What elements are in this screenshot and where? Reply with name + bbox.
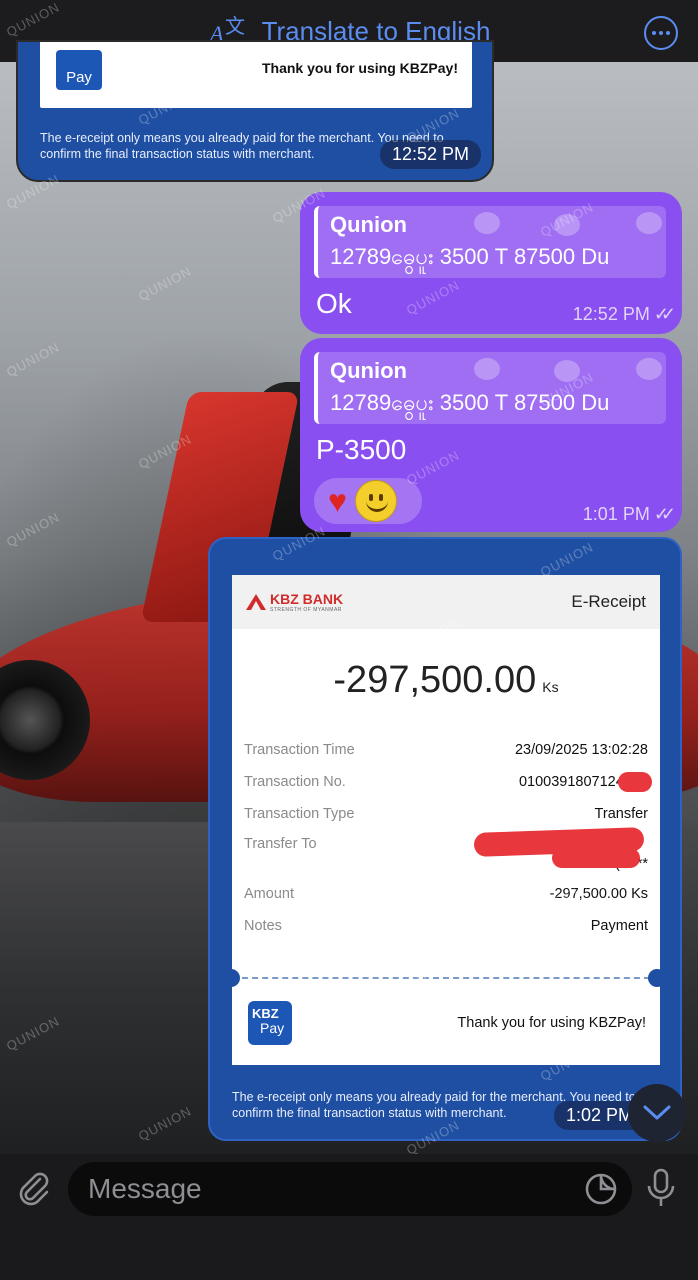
receipt-details: Transaction Time 23/09/2025 13:02:28 Tra… (232, 734, 660, 942)
receipt-notch (648, 969, 666, 987)
receipt-header: KBZ BANK STRENGTH OF MYANMAR E-Receipt (232, 575, 660, 629)
microphone-icon[interactable] (646, 1168, 676, 1208)
reply-pattern-icon (474, 212, 500, 234)
message-time: 12:52 PM (380, 140, 482, 169)
reply-quote[interactable]: Qunion 12789ဓွေပူး 3500 T 87500 Du (314, 206, 666, 278)
receipt-row: Transaction Type Transfer (244, 806, 648, 822)
redaction-mark (618, 772, 652, 792)
composer-bar (0, 1154, 698, 1280)
receipt-title: E-Receipt (571, 592, 646, 611)
kbz-bank-logo: KBZ BANK STRENGTH OF MYANMAR (246, 591, 343, 613)
e-receipt-image[interactable]: KBZ BANK STRENGTH OF MYANMAR E-Receipt -… (232, 575, 660, 1065)
message-text: Ok (316, 288, 352, 319)
reply-text: 12789ဓွေပူး 3500 T 87500 Du (330, 390, 610, 415)
heart-reaction-icon[interactable]: ♥ (328, 485, 347, 517)
more-icon[interactable] (644, 16, 678, 50)
message-input[interactable] (68, 1162, 632, 1216)
receipt-row: Amount -297,500.00 Ks (244, 886, 648, 902)
scroll-down-button[interactable] (628, 1084, 686, 1142)
outgoing-message[interactable]: Qunion 12789ဓွေပူး 3500 T 87500 Du Ok 12… (300, 192, 682, 334)
message-time: 12:52 PM (572, 304, 650, 324)
read-checkmarks-icon: ✓✓ (653, 504, 676, 524)
reply-quote[interactable]: Qunion 12789ဓွေပူး 3500 T 87500 Du (314, 352, 666, 424)
reply-pattern-icon (636, 212, 662, 234)
reply-pattern-icon (636, 358, 662, 380)
receipt-row: Transaction No. 0100391807124218 (244, 766, 652, 798)
receipt-divider (232, 977, 660, 979)
message-meta: 1:01 PM ✓✓ (582, 504, 676, 525)
reply-pattern-icon (474, 358, 500, 380)
receipt-notch (222, 969, 240, 987)
kbz-mark-icon (246, 594, 266, 610)
redaction-mark (552, 848, 640, 868)
kbzpay-logo: Pay (56, 50, 102, 90)
kbzpay-logo: KBZ Pay (248, 1001, 292, 1045)
reply-pattern-icon (554, 360, 580, 382)
outgoing-message[interactable]: Qunion 12789ဓွေပူး 3500 T 87500 Du P-350… (300, 338, 682, 532)
chevron-down-icon (643, 1105, 671, 1120)
incoming-message-receipt-partial[interactable]: Pay Thank you for using KBZPay! The e-re… (16, 40, 494, 182)
message-text: P-3500 (316, 434, 407, 465)
incoming-message-receipt[interactable]: KBZ BANK STRENGTH OF MYANMAR E-Receipt -… (208, 537, 682, 1141)
receipt-amount: -297,500.00 Ks (333, 659, 559, 701)
message-time: 1:01 PM (582, 504, 650, 524)
receipt-row: Transfer To (***** (244, 827, 648, 878)
message-meta: 12:52 PM ✓✓ (572, 304, 676, 325)
reply-pattern-icon (554, 214, 580, 236)
svg-text:文: 文 (225, 14, 245, 38)
receipt-thanks-text: Thank you for using KBZPay! (457, 1015, 646, 1031)
receipt-card-partial: Pay Thank you for using KBZPay! (40, 42, 472, 108)
receipt-row: Notes Payment (244, 918, 648, 934)
read-checkmarks-icon: ✓✓ (653, 304, 676, 324)
sticker-icon[interactable] (584, 1172, 618, 1206)
reply-text: 12789ဓွေပူး 3500 T 87500 Du (330, 244, 610, 269)
reactions-bar[interactable]: ♥ (314, 478, 422, 524)
receipt-row: Transaction Time 23/09/2025 13:02:28 (244, 742, 648, 758)
smiley-reaction-icon[interactable] (355, 480, 397, 522)
receipt-thanks-text: Thank you for using KBZPay! (261, 60, 458, 76)
paperclip-icon[interactable] (16, 1170, 52, 1206)
